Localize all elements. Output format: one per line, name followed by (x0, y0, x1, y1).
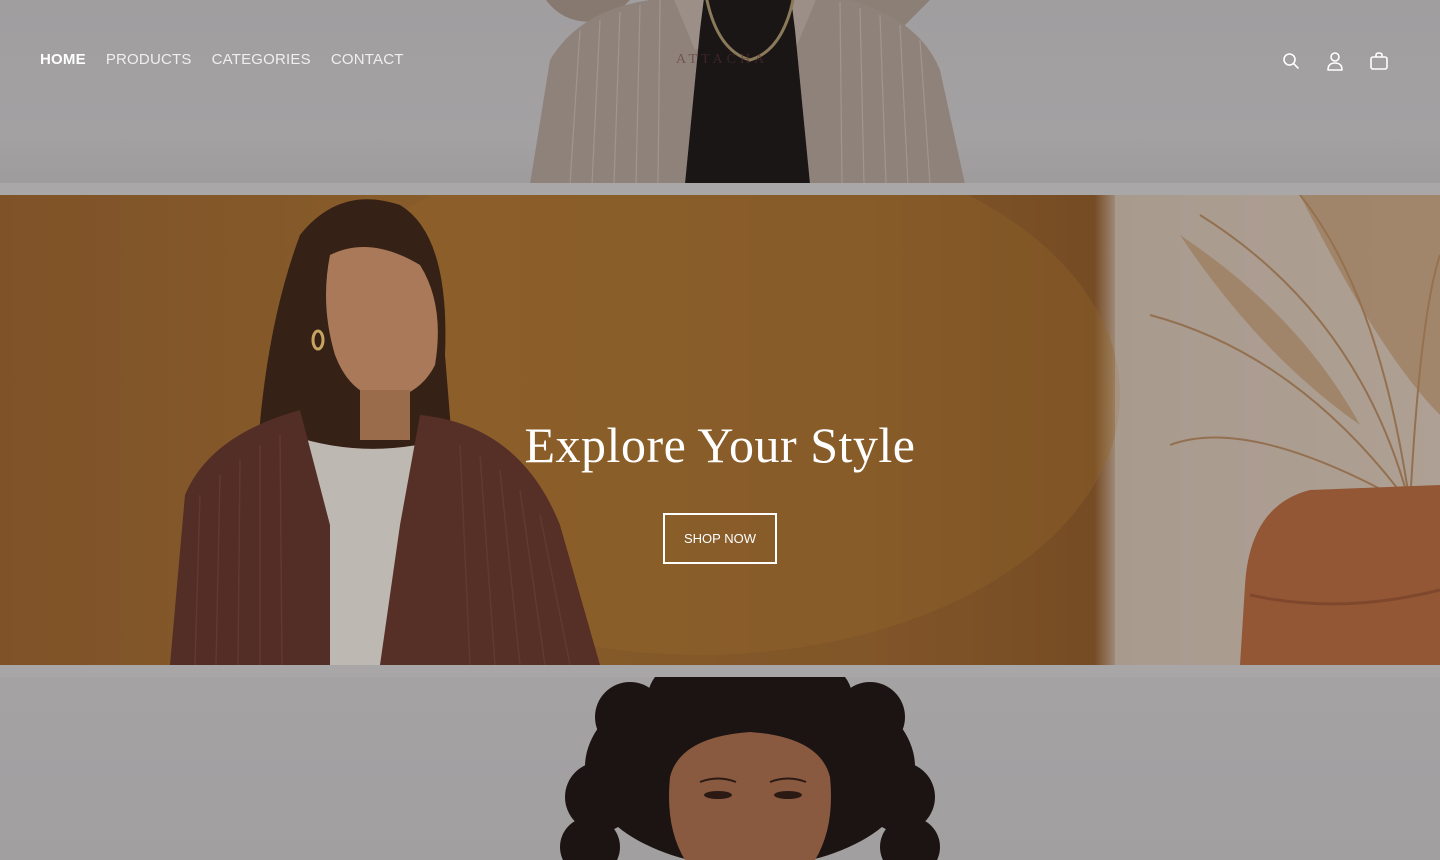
shop-now-button[interactable]: SHOP NOW (663, 513, 777, 564)
hero-title: Explore Your Style (524, 417, 916, 473)
account-icon[interactable] (1324, 50, 1346, 72)
cart-icon[interactable] (1368, 50, 1390, 72)
nav-products[interactable]: PRODUCTS (106, 50, 192, 70)
nav-home[interactable]: HOME (40, 50, 86, 70)
brand-logo[interactable]: ATTACHA (676, 52, 766, 68)
bottom-banner-section (0, 677, 1440, 860)
hero-content: Explore Your Style SHOP NOW (0, 415, 1440, 564)
nav-contact[interactable]: CONTACT (331, 50, 404, 70)
section-divider (0, 665, 1440, 677)
hero-banner: Explore Your Style SHOP NOW (0, 195, 1440, 665)
header-actions (1280, 50, 1390, 72)
search-icon[interactable] (1280, 50, 1302, 72)
site-header: HOME PRODUCTS CATEGORIES CONTACT ATTACHA (0, 0, 1440, 120)
main-nav: HOME PRODUCTS CATEGORIES CONTACT (40, 50, 404, 70)
nav-categories[interactable]: CATEGORIES (212, 50, 311, 70)
section-divider (0, 183, 1440, 195)
bottom-model-image (560, 677, 940, 860)
